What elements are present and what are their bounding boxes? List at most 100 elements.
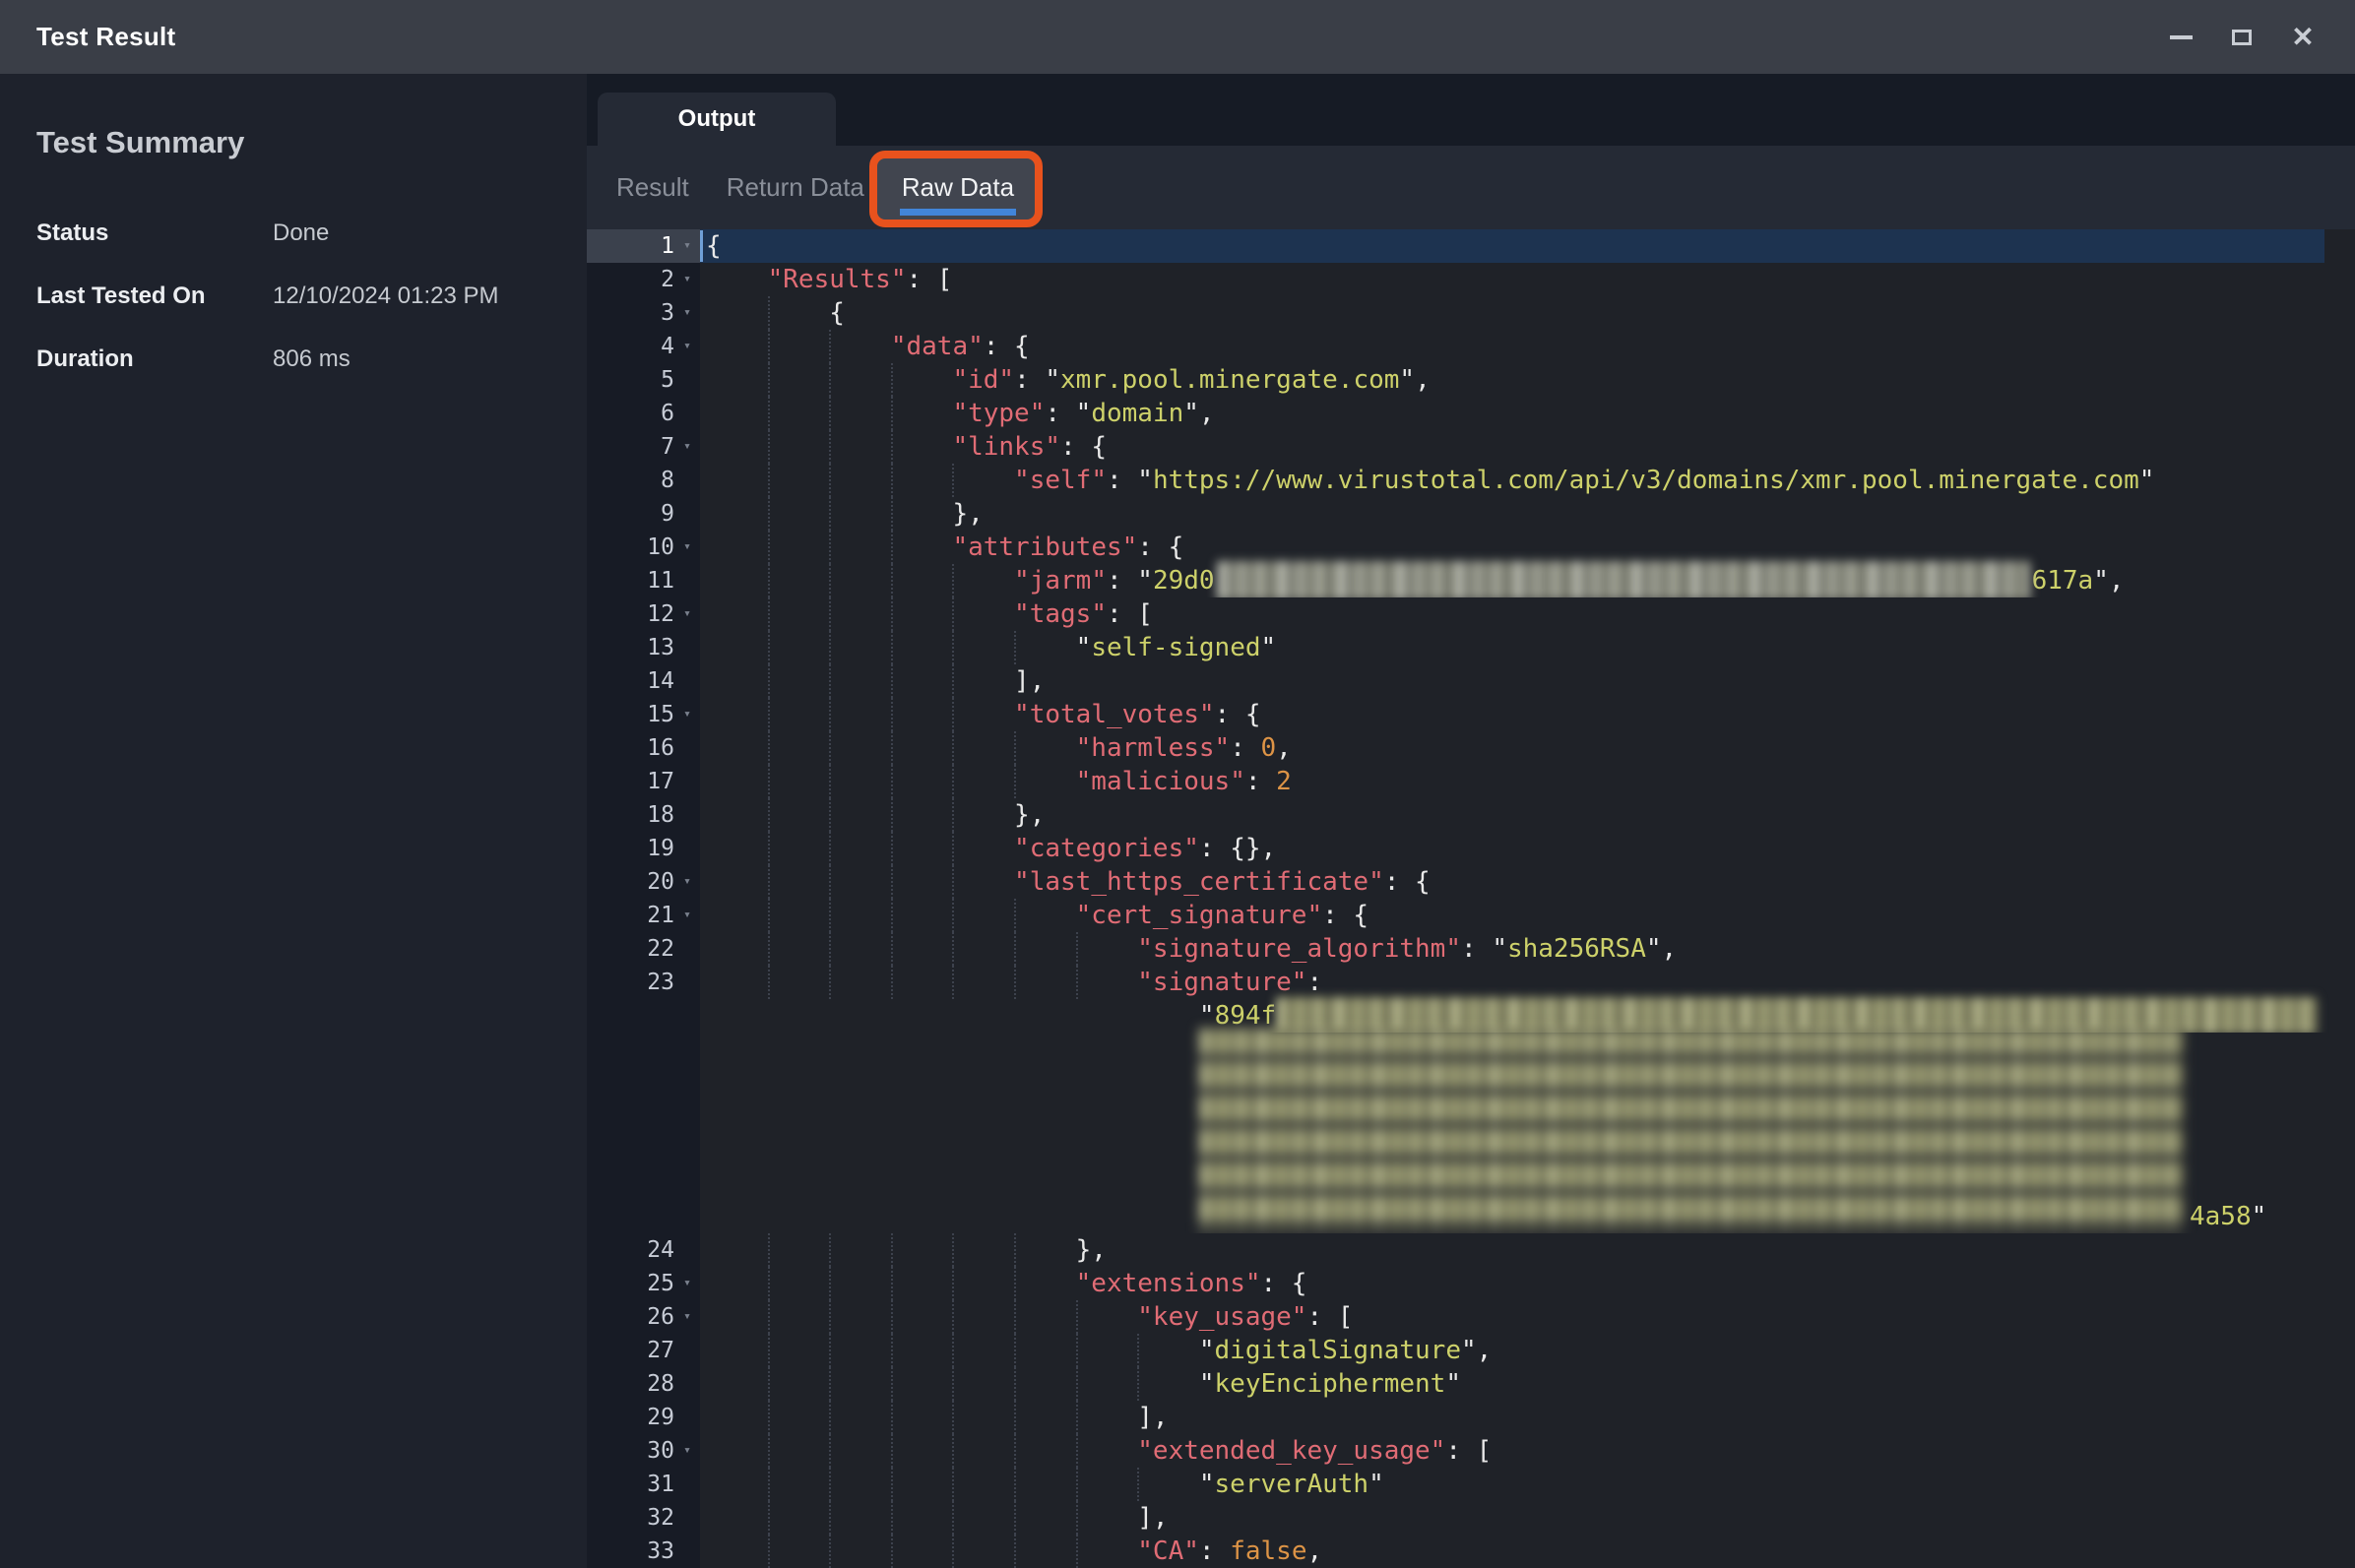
indent-guide bbox=[891, 1401, 953, 1434]
fold-arrow-icon[interactable]: ▾ bbox=[674, 531, 700, 564]
line-gutter: 20▾ bbox=[587, 865, 700, 899]
line-gutter: 11 bbox=[587, 564, 700, 597]
code-content: "attributes": { bbox=[700, 531, 2355, 564]
fold-arrow-icon[interactable]: ▾ bbox=[674, 330, 700, 363]
line-gutter: 14 bbox=[587, 664, 700, 698]
json-boolean: false bbox=[1230, 1537, 1306, 1566]
minimize-icon bbox=[2170, 35, 2193, 39]
output-panel: Output Result Return Data Raw Data 1▾{2▾"R… bbox=[587, 74, 2355, 1568]
code-line-4[interactable]: 4▾"data": { bbox=[587, 330, 2355, 363]
code-line-10[interactable]: 10▾"attributes": { bbox=[587, 531, 2355, 564]
indent-guide bbox=[706, 531, 768, 564]
code-line-23[interactable]: 23"signature": bbox=[587, 966, 2355, 999]
fold-arrow-icon[interactable]: ▾ bbox=[674, 865, 700, 899]
line-gutter: 2▾ bbox=[587, 263, 700, 296]
code-line-29[interactable]: 29], bbox=[587, 1401, 2355, 1434]
line-gutter bbox=[587, 1033, 700, 1233]
fold-arrow-icon[interactable]: ▾ bbox=[674, 597, 700, 631]
indent-guide bbox=[952, 899, 1014, 932]
code-line-9[interactable]: 9}, bbox=[587, 497, 2355, 531]
fold-arrow-icon[interactable]: ▾ bbox=[674, 698, 700, 731]
code-line-17[interactable]: 17"malicious": 2 bbox=[587, 765, 2355, 798]
indent-guide bbox=[1076, 1300, 1138, 1334]
json-string: keyEncipherment bbox=[1215, 1369, 1446, 1399]
fold-arrow-icon[interactable]: ▾ bbox=[674, 229, 700, 263]
code-line-27[interactable]: 27"digitalSignature", bbox=[587, 1334, 2355, 1367]
json-punctuation: : { bbox=[984, 332, 1030, 361]
json-punctuation: " bbox=[706, 1001, 1215, 1031]
code-line-12[interactable]: 12▾"tags": [ bbox=[587, 597, 2355, 631]
code-line-2[interactable]: 2▾"Results": [ bbox=[587, 263, 2355, 296]
code-line-20[interactable]: 20▾"last_https_certificate": { bbox=[587, 865, 2355, 899]
json-key: "extended_key_usage" bbox=[1137, 1436, 1445, 1466]
fold-arrow-icon[interactable]: ▾ bbox=[674, 899, 700, 932]
code-line-21[interactable]: 21▾"cert_signature": { bbox=[587, 899, 2355, 932]
code-line-16[interactable]: 16"harmless": 0, bbox=[587, 731, 2355, 765]
code-line-32[interactable]: 32], bbox=[587, 1501, 2355, 1535]
code-tokens: "extended_key_usage": [ bbox=[1137, 1434, 1492, 1468]
indent-guide bbox=[1076, 1535, 1138, 1568]
code-line-13[interactable]: 13"self-signed" bbox=[587, 631, 2355, 664]
subtab-return-data[interactable]: Return Data bbox=[727, 146, 864, 229]
code-line-24[interactable]: 24}, bbox=[587, 1233, 2355, 1267]
json-punctuation: , bbox=[2109, 566, 2125, 596]
line-number: 18 bbox=[647, 802, 674, 828]
fold-arrow-icon[interactable]: ▾ bbox=[674, 430, 700, 464]
code-line-3[interactable]: 3▾{ bbox=[587, 296, 2355, 330]
code-line-18[interactable]: 18}, bbox=[587, 798, 2355, 832]
code-content: 4a58" bbox=[700, 1033, 2355, 1233]
fold-arrow-icon[interactable]: ▾ bbox=[674, 296, 700, 330]
minimize-button[interactable] bbox=[2156, 13, 2205, 62]
subtab-raw-data[interactable]: Raw Data bbox=[902, 146, 1014, 229]
fold-arrow-icon[interactable]: ▾ bbox=[674, 1434, 700, 1468]
code-line-30[interactable]: 30▾"extended_key_usage": [ bbox=[587, 1434, 2355, 1468]
code-line-5[interactable]: 5"id": "xmr.pool.minergate.com", bbox=[587, 363, 2355, 397]
code-line-28[interactable]: 28"keyEncipherment" bbox=[587, 1367, 2355, 1401]
fold-arrow-icon[interactable]: ▾ bbox=[674, 263, 700, 296]
code-line-1[interactable]: 1▾{ bbox=[587, 229, 2355, 263]
indent-guide bbox=[952, 1434, 1014, 1468]
json-punctuation: { bbox=[829, 298, 845, 328]
json-key: "malicious" bbox=[1076, 767, 1245, 796]
code-line-22[interactable]: 22"signature_algorithm": "sha256RSA", bbox=[587, 932, 2355, 966]
indent-guide bbox=[1014, 1468, 1076, 1501]
indent-guide bbox=[768, 664, 830, 698]
line-number: 29 bbox=[647, 1405, 674, 1430]
code-line-25[interactable]: 25▾"extensions": { bbox=[587, 1267, 2355, 1300]
maximize-button[interactable] bbox=[2217, 13, 2266, 62]
fold-arrow-icon[interactable]: ▾ bbox=[674, 1267, 700, 1300]
raw-data-code-editor[interactable]: 1▾{2▾"Results": [3▾{4▾"data": {5"id": "x… bbox=[587, 229, 2355, 1568]
code-line-15[interactable]: 15▾"total_votes": { bbox=[587, 698, 2355, 731]
indent-guide bbox=[891, 1535, 953, 1568]
code-line-7[interactable]: 7▾"links": { bbox=[587, 430, 2355, 464]
indent-guide bbox=[891, 765, 953, 798]
tab-output[interactable]: Output bbox=[598, 93, 836, 146]
json-key: "attributes" bbox=[952, 533, 1137, 562]
window-titlebar: Test Result ✕ bbox=[0, 0, 2355, 74]
code-line-6[interactable]: 6"type": "domain", bbox=[587, 397, 2355, 430]
indent-guide bbox=[768, 832, 830, 865]
indent-guide bbox=[706, 1434, 768, 1468]
line-gutter: 28 bbox=[587, 1367, 700, 1401]
maximize-icon bbox=[2232, 30, 2252, 45]
indent-guide bbox=[1014, 1367, 1076, 1401]
code-line-26[interactable]: 26▾"key_usage": [ bbox=[587, 1300, 2355, 1334]
code-line-11[interactable]: 11"jarm": "29d0617a", bbox=[587, 564, 2355, 597]
code-line-8[interactable]: 8"self": "https://www.virustotal.com/api… bbox=[587, 464, 2355, 497]
json-string: 894f bbox=[1215, 1001, 1277, 1031]
indent-guide bbox=[706, 430, 768, 464]
code-line-wrapped[interactable]: "894f bbox=[587, 999, 2355, 1033]
subtab-result[interactable]: Result bbox=[616, 146, 689, 229]
close-button[interactable]: ✕ bbox=[2278, 13, 2327, 62]
code-line-31[interactable]: 31"serverAuth" bbox=[587, 1468, 2355, 1501]
indent-guide bbox=[1014, 731, 1076, 765]
code-line-33[interactable]: 33"CA": false, bbox=[587, 1535, 2355, 1568]
code-line-wrapped[interactable]: 4a58" bbox=[587, 1033, 2355, 1233]
indent-guide bbox=[1014, 631, 1076, 664]
code-line-19[interactable]: 19"categories": {}, bbox=[587, 832, 2355, 865]
indent-guide bbox=[891, 631, 953, 664]
fold-arrow-icon[interactable]: ▾ bbox=[674, 1300, 700, 1334]
indent-guide bbox=[952, 798, 1014, 832]
subtab-label: Raw Data bbox=[902, 172, 1014, 203]
code-line-14[interactable]: 14], bbox=[587, 664, 2355, 698]
